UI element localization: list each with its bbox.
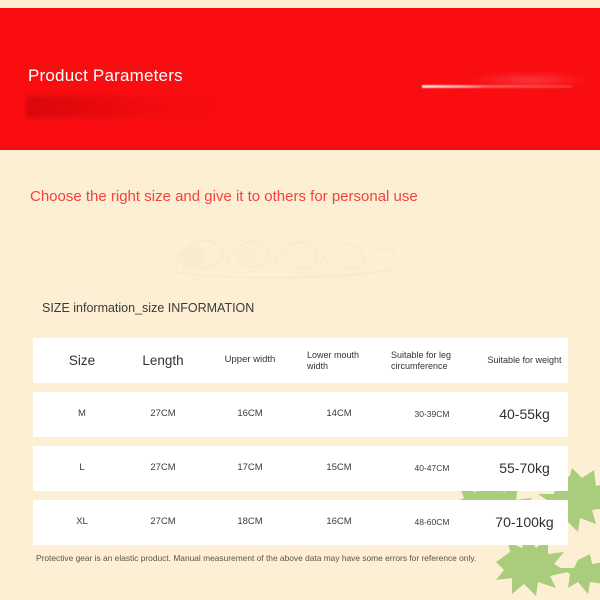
cell-length: 27CM: [150, 462, 176, 474]
cell-lower-mouth-width: 16CM: [326, 516, 352, 528]
column-header-lower-mouth-width: Lower mouth width: [307, 350, 360, 371]
cell-size: M: [78, 408, 86, 420]
cell-upper-width: 17CM: [237, 462, 263, 474]
column-header-length: Length: [142, 352, 184, 368]
cell-lower-mouth-width: 15CM: [326, 462, 352, 474]
cell-weight: 70-100kg: [495, 514, 554, 531]
cell-size: L: [79, 462, 85, 474]
table-row: XL 27CM 18CM 16CM 48-60CM 70-100kg: [33, 500, 568, 545]
cell-weight: 55-70kg: [499, 460, 550, 477]
page-title: Product Parameters: [28, 66, 183, 85]
cell-leg-circumference: 48-60CM: [414, 516, 450, 527]
cell-upper-width: 18CM: [237, 516, 263, 528]
banner-shadow-decor: [26, 96, 216, 118]
size-information-caption: SIZE information_size INFORMATION: [42, 301, 255, 315]
table-row: M 27CM 16CM 14CM 30-39CM 40-55kg: [33, 392, 568, 437]
cell-weight: 40-55kg: [499, 406, 550, 423]
cell-length: 27CM: [150, 516, 176, 528]
cell-upper-width: 16CM: [237, 408, 263, 420]
header-banner: Product Parameters: [0, 8, 600, 150]
column-header-upper-width: Upper width: [224, 354, 276, 366]
cell-size: XL: [76, 516, 88, 528]
column-header-leg-circumference: Suitable for leg circumference: [391, 350, 452, 371]
watermark-flourish-icon: [168, 222, 398, 288]
column-header-size: Size: [68, 352, 96, 368]
cell-lower-mouth-width: 14CM: [326, 408, 352, 420]
light-streak-icon: [422, 85, 572, 88]
size-chart-table: Size Length Upper width Lower mouth widt…: [33, 338, 568, 554]
table-row: L 27CM 17CM 15CM 40-47CM 55-70kg: [33, 446, 568, 491]
cell-leg-circumference: 40-47CM: [414, 462, 450, 473]
column-header-weight: Suitable for weight: [487, 355, 562, 366]
product-parameters-page: Product Parameters Choose the right size…: [0, 0, 600, 600]
table-header-row: Size Length Upper width Lower mouth widt…: [33, 338, 568, 383]
disclaimer-text: Protective gear is an elastic product. M…: [36, 553, 477, 563]
cell-leg-circumference: 30-39CM: [414, 408, 450, 419]
cell-length: 27CM: [150, 408, 176, 420]
subtitle: Choose the right size and give it to oth…: [30, 188, 418, 205]
